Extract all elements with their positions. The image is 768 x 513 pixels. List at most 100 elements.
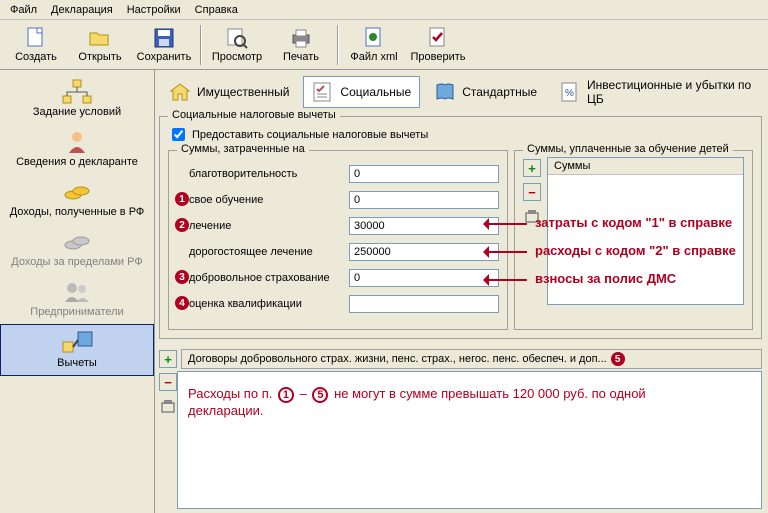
create-button[interactable]: Создать <box>4 22 68 68</box>
remove-contract-button[interactable]: − <box>159 373 177 391</box>
contracts-title: Договоры добровольного страх. жизни, пен… <box>188 353 607 365</box>
sidebar-label: Предприниматели <box>30 306 123 318</box>
sidebar-item-income-rf[interactable]: Доходы, полученные в РФ <box>0 174 154 224</box>
spent-group: Суммы, затраченные на благотворительност… <box>168 150 508 330</box>
group-title: Социальные налоговые вычеты <box>168 109 340 121</box>
contracts-group: + Договоры добровольного страх. жизни, п… <box>159 347 762 509</box>
list-column-header: Суммы <box>548 158 743 175</box>
contracts-title-bar: Договоры добровольного страх. жизни, пен… <box>181 349 762 369</box>
input-charity[interactable] <box>349 165 499 183</box>
percent-doc-icon: % <box>559 81 581 103</box>
sidebar-label: Сведения о декларанте <box>16 156 138 168</box>
sidebar-item-deductions[interactable]: Вычеты <box>0 324 154 376</box>
print-button[interactable]: Печать <box>269 22 333 68</box>
save-button[interactable]: Сохранить <box>132 22 196 68</box>
sidebar-item-declarant[interactable]: Сведения о декларанте <box>0 124 154 174</box>
open-label: Открыть <box>78 51 121 63</box>
tab-invest[interactable]: % Инвестиционные и убытки по ЦБ <box>551 74 760 110</box>
check-icon <box>426 26 450 50</box>
children-edu-group: Суммы, уплаченные за обучение детей + − … <box>514 150 753 330</box>
content: Имущественный Социальные Стандартные % И… <box>155 70 768 513</box>
sidebar-item-conditions[interactable]: Задание условий <box>0 74 154 124</box>
note-text: Расходы по п. <box>188 386 272 401</box>
label-treatment: лечение <box>189 220 349 232</box>
folder-open-icon <box>88 26 112 50</box>
input-qualification[interactable] <box>349 295 499 313</box>
check-label: Проверить <box>410 51 465 63</box>
remove-button[interactable]: − <box>523 183 541 201</box>
label-qualification: оценка квалификации <box>189 298 349 310</box>
circle-5: 5 <box>312 387 328 403</box>
sidebar-label: Задание условий <box>33 106 121 118</box>
sidebar-item-entrepreneur[interactable]: Предприниматели <box>0 274 154 324</box>
sidebar-item-income-abroad[interactable]: Доходы за пределами РФ <box>0 224 154 274</box>
check-button[interactable]: Проверить <box>406 22 470 68</box>
badge-2: 2 <box>175 218 189 232</box>
input-own-edu[interactable] <box>349 191 499 209</box>
printer-icon <box>289 26 313 50</box>
menu-settings[interactable]: Настройки <box>121 2 187 17</box>
note-text: не могут в сумме превышать 120 000 руб. … <box>334 386 646 401</box>
badge-3: 3 <box>175 270 189 284</box>
filexml-button[interactable]: Файл xml <box>342 22 406 68</box>
create-label: Создать <box>15 51 57 63</box>
sidebar-label: Вычеты <box>57 357 97 369</box>
annotation-2: расходы с кодом "2" в справке <box>535 243 736 258</box>
menu-file[interactable]: Файл <box>4 2 43 17</box>
menu-help[interactable]: Справка <box>189 2 244 17</box>
label-own-edu: свое обучение <box>189 194 349 206</box>
floppy-icon <box>152 26 176 50</box>
preview-label: Просмотр <box>212 51 262 63</box>
open-button[interactable]: Открыть <box>68 22 132 68</box>
checklist-icon <box>312 81 334 103</box>
coins-grey-icon <box>61 228 93 256</box>
toolbar: Создать Открыть Сохранить Просмотр Печат… <box>0 20 768 70</box>
book-icon <box>434 81 456 103</box>
tab-label: Стандартные <box>462 85 537 99</box>
annotation-3: взносы за полис ДМС <box>535 271 676 286</box>
magnifier-icon <box>225 26 249 50</box>
menu-declaration[interactable]: Декларация <box>45 2 119 17</box>
xml-file-icon <box>362 26 386 50</box>
toolbar-separator <box>337 25 338 65</box>
provide-social-checkbox[interactable] <box>172 128 185 141</box>
badge-5: 5 <box>611 352 625 366</box>
badge-1: 1 <box>175 192 189 206</box>
contracts-area: Расходы по п. 1 – 5 не могут в сумме пре… <box>177 371 762 509</box>
checkbox-label: Предоставить социальные налоговые вычеты <box>192 129 428 141</box>
sidebar-label: Доходы, полученные в РФ <box>10 206 145 218</box>
print-label: Печать <box>283 51 319 63</box>
add-contract-button[interactable]: + <box>159 350 177 368</box>
tab-standard[interactable]: Стандартные <box>426 77 545 107</box>
preview-button[interactable]: Просмотр <box>205 22 269 68</box>
svg-text:%: % <box>565 88 574 99</box>
label-exp-treatment: дорогостоящее лечение <box>189 246 349 258</box>
circle-1: 1 <box>278 387 294 403</box>
toolbar-separator <box>200 25 201 65</box>
label-charity: благотворительность <box>189 168 349 180</box>
people-grey-icon <box>61 278 93 306</box>
spent-title: Суммы, затраченные на <box>177 143 309 155</box>
menubar: Файл Декларация Настройки Справка <box>0 0 768 20</box>
social-deductions-group: Социальные налоговые вычеты Предоставить… <box>159 116 762 339</box>
add-button[interactable]: + <box>523 159 541 177</box>
tab-label: Инвестиционные и убытки по ЦБ <box>587 78 752 106</box>
filexml-label: Файл xml <box>350 51 397 63</box>
sidebar-label: Доходы за пределами РФ <box>11 256 142 268</box>
person-icon <box>61 128 93 156</box>
edu-title: Суммы, уплаченные за обучение детей <box>523 143 733 155</box>
label-insurance: добровольное страхование <box>189 272 349 284</box>
tree-icon <box>61 78 93 106</box>
annotation-1: затраты с кодом "1" в справке <box>535 215 732 230</box>
tab-label: Имущественный <box>197 85 289 99</box>
edit-contract-button[interactable] <box>159 397 177 415</box>
badge-4: 4 <box>175 296 189 310</box>
coins-icon <box>61 178 93 206</box>
new-file-icon <box>24 26 48 50</box>
sidebar: Задание условий Сведения о декларанте До… <box>0 70 155 513</box>
tab-label: Социальные <box>340 85 411 99</box>
tab-social[interactable]: Социальные <box>303 76 420 108</box>
tab-property[interactable]: Имущественный <box>161 77 297 107</box>
save-label: Сохранить <box>137 51 192 63</box>
note-text: декларации. <box>188 403 751 418</box>
